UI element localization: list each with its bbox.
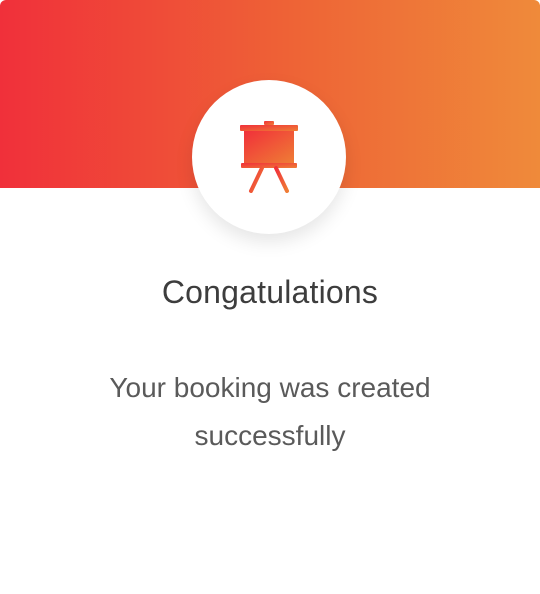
success-dialog: Congatulations Your booking was created …: [0, 0, 540, 594]
icon-badge: [192, 80, 346, 234]
easel-presentation-icon: [240, 121, 298, 193]
dialog-title: Congatulations: [161, 274, 379, 310]
dialog-message: Your booking was created successfully: [109, 372, 431, 451]
